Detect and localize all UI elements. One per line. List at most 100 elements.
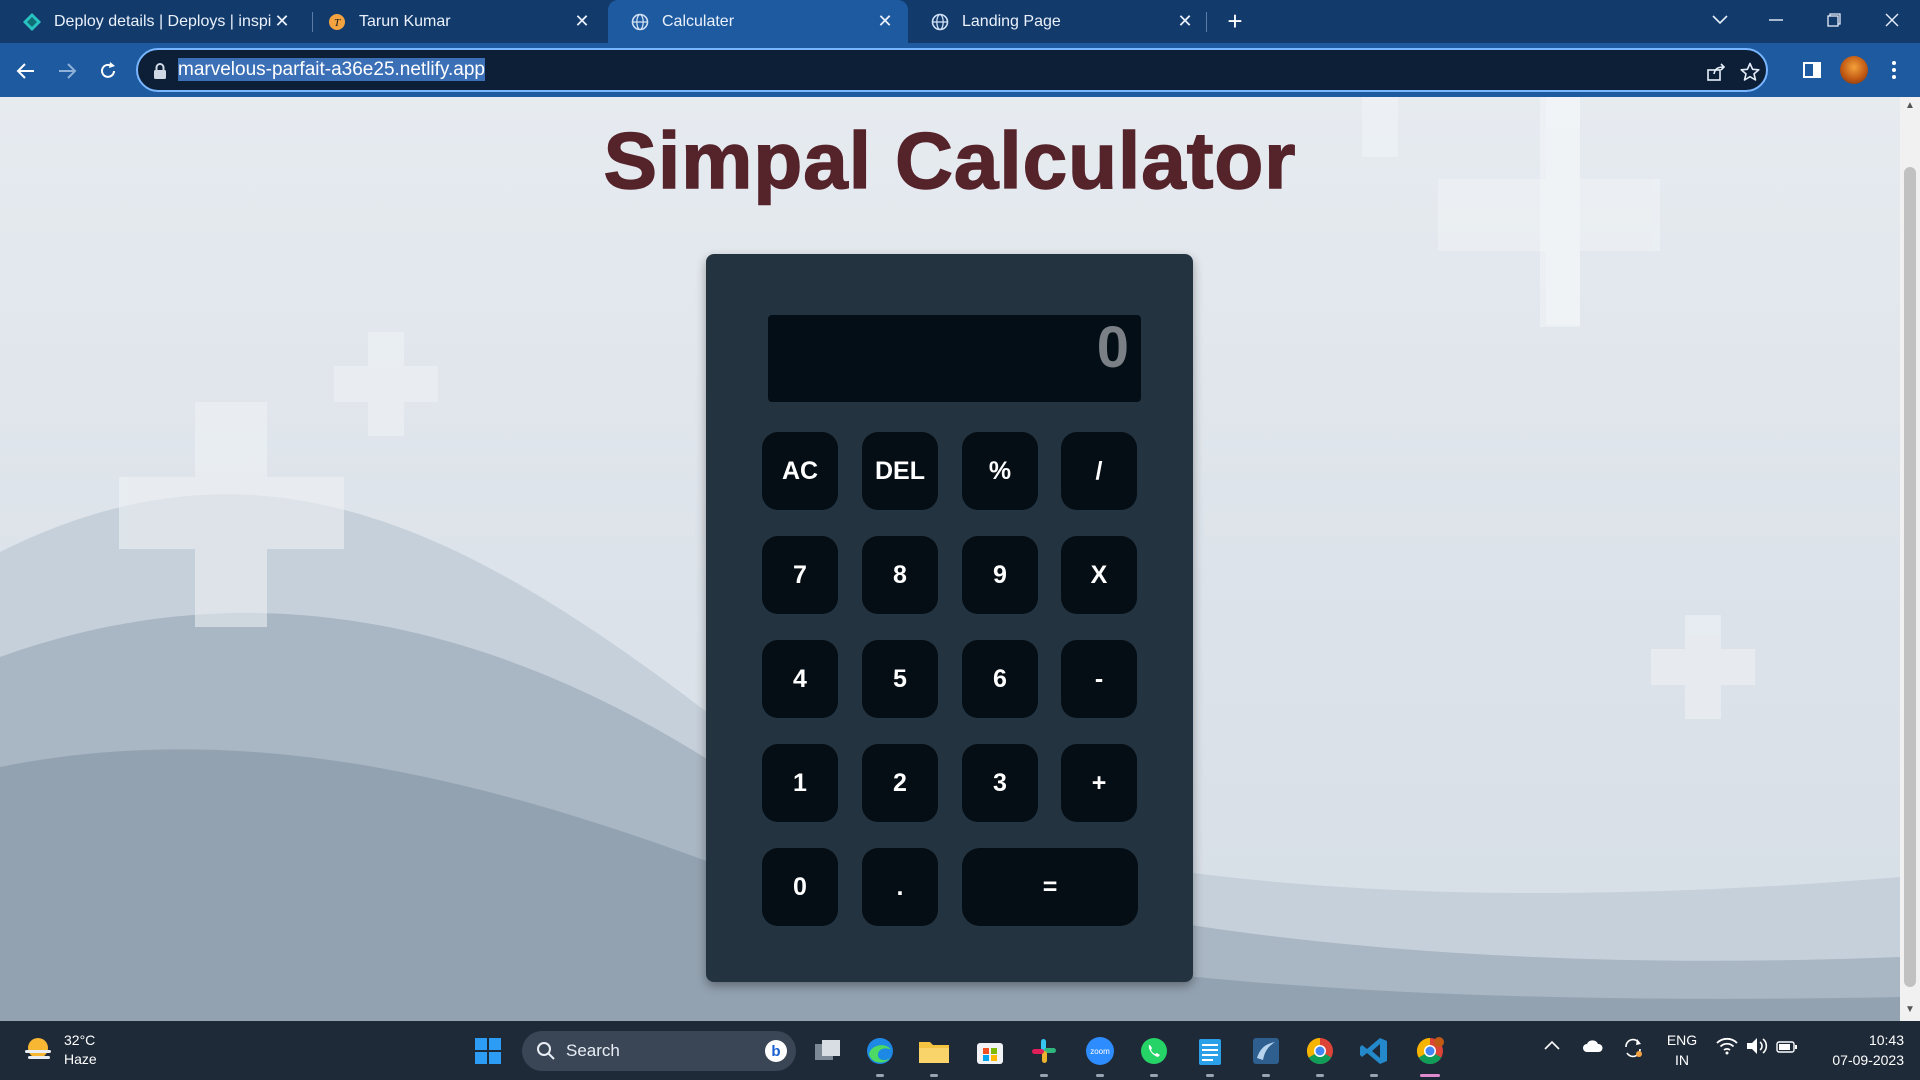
show-hidden-icons-chevron-up-icon[interactable]: [1544, 1037, 1560, 1055]
key-subtract[interactable]: -: [1061, 640, 1137, 718]
menu-dots-icon[interactable]: [1880, 56, 1908, 84]
language-indicator[interactable]: ENG IN: [1662, 1030, 1702, 1070]
notepad-icon[interactable]: [1190, 1031, 1230, 1077]
zoom-icon[interactable]: zoom: [1080, 1031, 1120, 1077]
lock-icon: [154, 63, 166, 79]
scroll-up-icon[interactable]: ▲: [1905, 101, 1915, 111]
back-button[interactable]: [10, 55, 42, 87]
search-icon: [537, 1042, 555, 1060]
reload-icon: [101, 62, 115, 78]
close-icon[interactable]: ✕: [571, 11, 593, 33]
scroll-down-icon[interactable]: ▼: [1905, 1005, 1915, 1015]
system-clock[interactable]: 10:43 07-09-2023: [1808, 1030, 1904, 1070]
key-divide[interactable]: /: [1061, 432, 1137, 510]
wifi-icon[interactable]: [1716, 1037, 1738, 1060]
whatsapp-icon[interactable]: [1134, 1031, 1174, 1077]
key-equals[interactable]: =: [962, 848, 1138, 926]
slack-icon[interactable]: [1024, 1031, 1064, 1077]
key-9[interactable]: 9: [962, 536, 1038, 614]
url-text[interactable]: marvelous-parfait-a36e25.netlify.app: [178, 58, 485, 81]
key-percent[interactable]: %: [962, 432, 1038, 510]
battery-icon[interactable]: [1776, 1040, 1798, 1058]
key-1[interactable]: 1: [762, 744, 838, 822]
bookmark-star-icon[interactable]: [1738, 60, 1762, 84]
key-del[interactable]: DEL: [862, 432, 938, 510]
close-window-button[interactable]: [1864, 0, 1920, 40]
key-decimal[interactable]: .: [862, 848, 938, 926]
minimize-button[interactable]: [1748, 0, 1804, 40]
search-label: Search: [566, 1041, 620, 1060]
key-0[interactable]: 0: [762, 848, 838, 926]
tab-search-button[interactable]: [1692, 0, 1748, 40]
chrome-profile-icon[interactable]: [1410, 1031, 1450, 1077]
key-multiply[interactable]: X: [1061, 536, 1137, 614]
new-tab-button[interactable]: +: [1220, 6, 1250, 36]
tab-landing-page[interactable]: Landing Page ✕: [908, 0, 1208, 43]
tab-tarun-kumar[interactable]: T Tarun Kumar ✕: [305, 0, 605, 43]
close-icon[interactable]: ✕: [1174, 11, 1196, 33]
clock-date: 07-09-2023: [1832, 1052, 1904, 1068]
vscode-icon[interactable]: [1354, 1031, 1394, 1077]
weather-temp: 32°C: [64, 1032, 96, 1048]
profile-avatar[interactable]: [1840, 56, 1868, 84]
tab-netlify-deploy[interactable]: Deploy details | Deploys | inspirin ✕: [0, 0, 305, 43]
close-icon[interactable]: ✕: [874, 11, 896, 33]
key-4[interactable]: 4: [762, 640, 838, 718]
tab-title: Tarun Kumar: [359, 12, 451, 30]
bing-icon: b: [765, 1040, 787, 1062]
sync-icon[interactable]: [1622, 1037, 1644, 1064]
task-view-icon[interactable]: [808, 1031, 848, 1071]
side-panel-icon[interactable]: [1798, 56, 1826, 84]
onedrive-cloud-icon[interactable]: [1582, 1039, 1604, 1058]
url-value: marvelous-parfait-a36e25.netlify.app: [178, 58, 485, 81]
tab-separator: [1206, 12, 1207, 32]
page-scrollbar[interactable]: ▲ ▼: [1900, 97, 1920, 1021]
key-8[interactable]: 8: [862, 536, 938, 614]
key-7[interactable]: 7: [762, 536, 838, 614]
tab-title: Landing Page: [962, 12, 1061, 30]
chrome-icon[interactable]: [1300, 1031, 1340, 1077]
scrollbar-thumb[interactable]: [1904, 167, 1916, 987]
key-5[interactable]: 5: [862, 640, 938, 718]
taskbar: 32°C Haze Search b zoom ENG IN 10:43 07-…: [0, 1021, 1920, 1080]
microsoft-store-icon[interactable]: [970, 1031, 1010, 1071]
tab-title: Deploy details | Deploys | inspirin: [54, 12, 271, 30]
mysql-workbench-icon[interactable]: [1246, 1031, 1286, 1077]
svg-text:zoom: zoom: [1090, 1047, 1110, 1056]
close-icon[interactable]: ✕: [271, 11, 293, 33]
svg-text:b: b: [771, 1043, 780, 1060]
browser-toolbar: marvelous-parfait-a36e25.netlify.app: [0, 43, 1920, 97]
share-icon[interactable]: [1704, 60, 1728, 84]
restore-button[interactable]: [1806, 0, 1862, 40]
weather-widget[interactable]: 32°C Haze: [22, 1031, 97, 1069]
key-ac[interactable]: AC: [762, 432, 838, 510]
file-explorer-icon[interactable]: [914, 1031, 954, 1077]
volume-icon[interactable]: [1746, 1037, 1768, 1060]
calculator: 0 AC DEL % / 7 8 9 X 4 5 6 - 1 2 3 + 0 .…: [706, 254, 1193, 982]
address-bar[interactable]: marvelous-parfait-a36e25.netlify.app: [136, 48, 1768, 92]
weather-condition: Haze: [64, 1051, 97, 1067]
start-button[interactable]: [468, 1031, 508, 1071]
tab-strip: Deploy details | Deploys | inspirin ✕ T …: [0, 0, 1920, 43]
globe-icon: [930, 12, 950, 32]
page-viewport: Simpal Calculator 0 AC DEL % / 7 8 9 X 4…: [0, 97, 1900, 1021]
forward-button[interactable]: [51, 55, 83, 87]
arrow-right-icon: [59, 63, 77, 79]
language-line1: ENG: [1666, 1032, 1698, 1048]
edge-icon[interactable]: [860, 1031, 900, 1077]
language-line2: IN: [1675, 1052, 1689, 1068]
reload-button[interactable]: [92, 55, 124, 87]
tab-calculater[interactable]: Calculater ✕: [608, 0, 908, 43]
key-2[interactable]: 2: [862, 744, 938, 822]
calculator-display: 0: [768, 315, 1141, 402]
haze-sun-icon: [25, 1038, 51, 1059]
minimize-icon: [1769, 19, 1783, 21]
key-3[interactable]: 3: [962, 744, 1038, 822]
taskbar-search[interactable]: Search b: [522, 1031, 796, 1071]
key-6[interactable]: 6: [962, 640, 1038, 718]
site-favicon-icon: T: [327, 12, 347, 32]
clock-time: 10:43: [1868, 1032, 1904, 1048]
key-add[interactable]: +: [1061, 744, 1137, 822]
arrow-left-icon: [16, 63, 34, 79]
restore-icon: [1827, 13, 1841, 27]
